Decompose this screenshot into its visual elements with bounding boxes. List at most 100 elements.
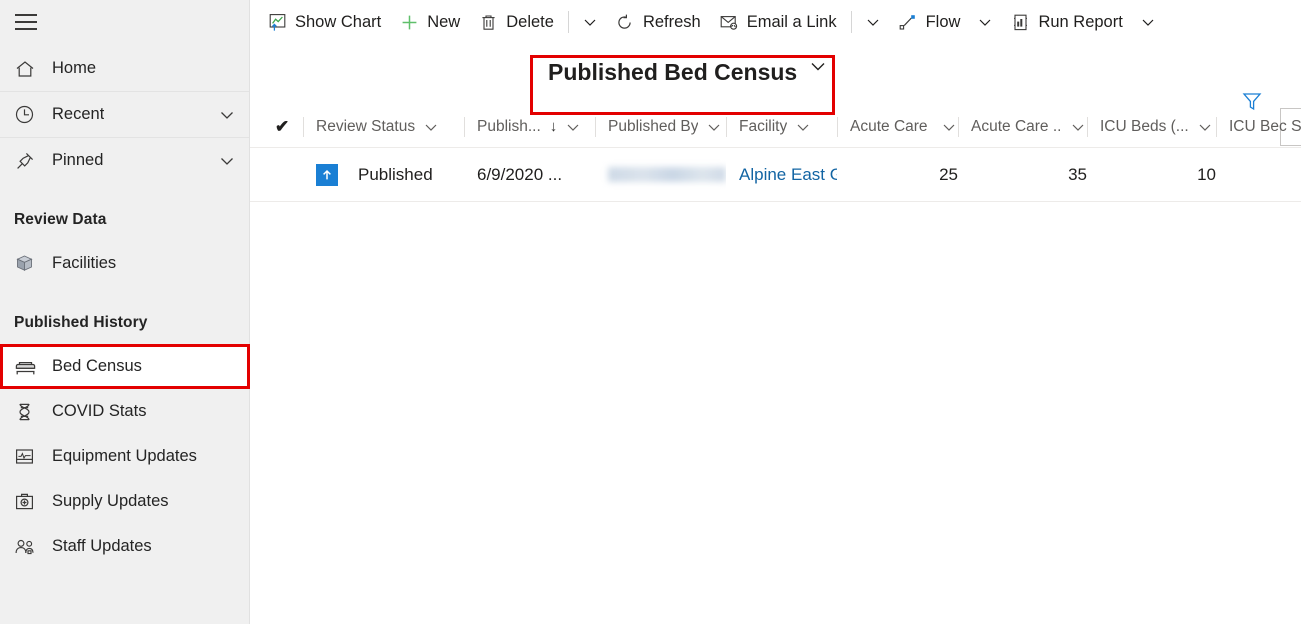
cell-facility-link[interactable]: Alpine East Ger	[727, 148, 837, 202]
sidebar-item-home[interactable]: Home	[0, 46, 249, 91]
chevron-down-icon[interactable]	[1196, 118, 1214, 136]
flow-button[interactable]: Flow	[889, 2, 970, 42]
run-report-overflow-caret[interactable]	[1132, 2, 1164, 42]
delete-button[interactable]: Delete	[469, 2, 563, 42]
grid-header-row: ✔ Review Status Publish... ↓ Published B…	[250, 106, 1301, 148]
plus-icon	[399, 12, 419, 32]
sidebar-item-label: Pinned	[52, 151, 104, 169]
column-header-acute-care-1[interactable]: Acute Care ...	[838, 106, 958, 148]
column-label: ICU Bec	[1229, 117, 1287, 135]
new-label: New	[427, 12, 461, 31]
cube-icon	[14, 252, 40, 276]
chevron-down-icon[interactable]	[217, 105, 237, 125]
cell-acute-care-1: 25	[939, 164, 958, 184]
command-bar: Show Chart New Delete Refresh Email a Li…	[250, 0, 1301, 44]
column-label: Acute Care ...	[971, 117, 1062, 135]
sidebar-item-label: Facilities	[52, 254, 117, 272]
cell-published-on: 6/9/2020 ...	[477, 164, 563, 184]
hamburger-menu-button[interactable]	[0, 0, 48, 44]
chevron-down-icon[interactable]	[422, 118, 440, 136]
column-header-icu-beds-2[interactable]: ICU Bec	[1217, 106, 1287, 148]
sidebar-item-label: Recent	[52, 105, 105, 123]
column-label: Facility	[739, 117, 788, 135]
main-content: Show Chart New Delete Refresh Email a Li…	[250, 0, 1301, 624]
hamburger-line	[15, 28, 37, 30]
sidebar-item-facilities[interactable]: Facilities	[0, 241, 249, 286]
sidebar-item-covid-stats[interactable]: COVID Stats	[0, 389, 249, 434]
sidebar-item-label: Staff Updates	[52, 537, 152, 555]
sidebar-item-recent[interactable]: Recent	[0, 92, 249, 137]
sidebar-group-title-review-data: Review Data	[14, 211, 107, 228]
row-select-spacer[interactable]	[275, 148, 303, 202]
sidebar-item-label: Home	[52, 59, 97, 77]
select-all-checkbox[interactable]: ✔	[275, 117, 303, 137]
refresh-button[interactable]: Refresh	[606, 2, 710, 42]
sidebar-item-label: Supply Updates	[52, 492, 169, 510]
column-label: Publish...	[477, 117, 541, 135]
sidebar-item-label: Bed Census	[52, 357, 142, 375]
cell-published-by	[596, 148, 726, 202]
table-row[interactable]: Published 6/9/2020 ... Alpine East Ger 2…	[250, 148, 1301, 202]
clock-icon	[14, 103, 40, 127]
column-label: ICU Beds (...	[1100, 117, 1189, 135]
flow-label: Flow	[925, 12, 961, 31]
sidebar-item-label: Equipment Updates	[52, 447, 197, 465]
chevron-down-icon[interactable]	[807, 55, 829, 77]
trash-icon	[478, 12, 498, 32]
sidebar-group-title-published-history: Published History	[14, 314, 148, 331]
sidebar-item-equipment-updates[interactable]: Equipment Updates	[0, 434, 249, 479]
pin-icon	[14, 149, 40, 173]
sidebar: Home Recent Pinned Review Data Facilitie…	[0, 0, 250, 624]
refresh-icon	[615, 12, 635, 32]
email-overflow-caret[interactable]	[857, 2, 889, 42]
view-title: Published Bed Census	[548, 59, 798, 85]
people-icon	[14, 535, 40, 559]
column-header-published-on[interactable]: Publish... ↓	[465, 106, 595, 148]
column-header-icu-beds-1[interactable]: ICU Beds (...	[1088, 106, 1216, 148]
view-bar: Published Bed Census Search this view	[250, 44, 1301, 146]
column-header-published-by[interactable]: Published By	[596, 106, 726, 148]
email-link-icon	[719, 12, 739, 32]
sidebar-item-bed-census[interactable]: Bed Census	[0, 344, 249, 389]
dna-icon	[14, 400, 40, 424]
chevron-down-icon[interactable]	[1069, 118, 1087, 136]
sidebar-item-supply-updates[interactable]: Supply Updates	[0, 479, 249, 524]
review-status-value: Published	[358, 164, 433, 184]
monitor-waveform-icon	[14, 445, 40, 469]
sidebar-item-pinned[interactable]: Pinned	[0, 138, 249, 183]
chevron-down-icon[interactable]	[940, 118, 958, 136]
chevron-down-icon[interactable]	[705, 118, 723, 136]
flow-overflow-caret[interactable]	[969, 2, 1001, 42]
sidebar-primary-nav: Home Recent Pinned	[0, 44, 249, 183]
column-header-facility[interactable]: Facility	[727, 106, 837, 148]
published-up-arrow-icon	[316, 163, 338, 186]
flow-icon	[898, 12, 918, 32]
view-selector[interactable]: Published Bed Census	[542, 52, 839, 94]
refresh-label: Refresh	[642, 12, 701, 31]
new-button[interactable]: New	[390, 2, 469, 42]
hamburger-line	[15, 14, 37, 16]
column-header-acute-care-2[interactable]: Acute Care ...	[959, 106, 1087, 148]
run-report-button[interactable]: Run Report	[1001, 2, 1131, 42]
data-grid: ✔ Review Status Publish... ↓ Published B…	[250, 106, 1301, 624]
cell-review-status: Published	[304, 148, 464, 202]
bed-icon	[14, 355, 40, 379]
medical-kit-icon	[14, 490, 40, 514]
chevron-down-icon[interactable]	[217, 151, 237, 171]
chevron-down-icon[interactable]	[564, 118, 582, 136]
show-chart-icon	[267, 12, 287, 32]
column-label: Acute Care ...	[850, 117, 933, 135]
column-header-review-status[interactable]: Review Status	[304, 106, 464, 148]
delete-overflow-caret[interactable]	[574, 2, 606, 42]
email-a-link-button[interactable]: Email a Link	[710, 2, 846, 42]
chevron-down-icon[interactable]	[794, 118, 812, 136]
sort-descending-icon: ↓	[549, 118, 558, 135]
command-divider	[850, 11, 852, 33]
sidebar-item-staff-updates[interactable]: Staff Updates	[0, 524, 249, 569]
column-label: Review Status	[316, 117, 416, 135]
app-window: Home Recent Pinned Review Data Facilitie…	[0, 0, 1301, 624]
show-chart-button[interactable]: Show Chart	[258, 2, 390, 42]
run-report-label: Run Report	[1038, 12, 1123, 31]
